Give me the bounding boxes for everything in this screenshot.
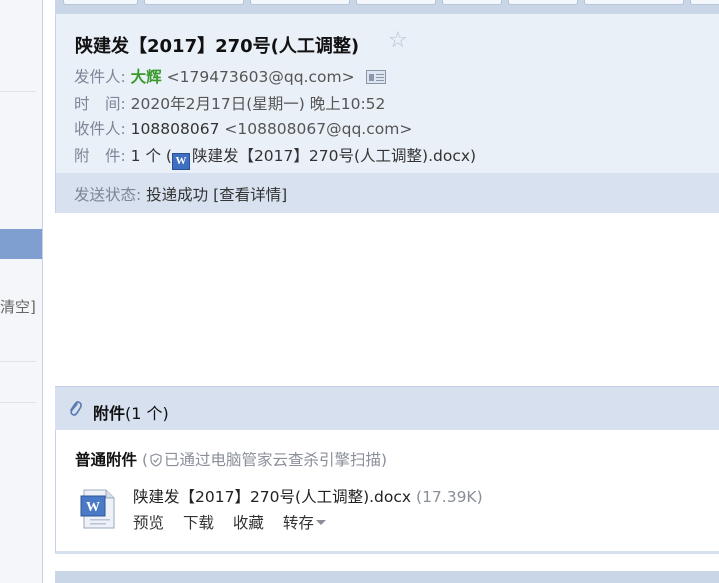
toolbar-button[interactable]: [356, 0, 436, 5]
attachment-file-size: (17.39K): [416, 488, 483, 506]
time-label: 时 间:: [74, 95, 126, 113]
sidebar-divider: [0, 91, 36, 92]
attachments-count: (1 个): [125, 404, 169, 423]
attachment-file-name[interactable]: 陕建发【2017】270号(人工调整).docx: [133, 488, 411, 506]
toolbar-button[interactable]: [442, 0, 502, 5]
svg-text:W: W: [86, 500, 100, 515]
status-value: 投递成功: [146, 186, 209, 204]
word-doc-icon[interactable]: W: [80, 488, 118, 530]
mail-toolbar: [55, 0, 719, 14]
attachment-link[interactable]: 陕建发【2017】270号(人工调整).docx: [192, 147, 470, 165]
mail-reader-window: 清空] 陕建发【2017】270号(人工调整) ☆ 发件人: 大辉 <17947…: [0, 0, 719, 583]
bottom-toolbar: [55, 571, 719, 583]
from-row: 发件人: 大辉 <179473603@qq.com>: [74, 65, 386, 87]
attachment-label: 附 件:: [74, 147, 126, 165]
sidebar-selected-item[interactable]: [0, 229, 42, 259]
sidebar: 清空]: [0, 0, 43, 583]
toolbar-button[interactable]: [250, 0, 350, 5]
sidebar-divider: [0, 402, 36, 403]
attachment-actions: 预览 下载 收藏 转存: [133, 511, 326, 533]
mail-subject: 陕建发【2017】270号(人工调整): [75, 36, 360, 57]
status-row: 发送状态: 投递成功 [查看详情]: [74, 183, 287, 205]
normal-attachments-line: 普通附件 ( 已通过电脑管家云查杀引擎扫描): [75, 448, 387, 470]
attachments-header: 附件(1 个): [55, 386, 719, 430]
chevron-down-icon: [315, 520, 326, 525]
star-icon[interactable]: ☆: [388, 30, 408, 52]
delivery-status-bar: 发送状态: 投递成功 [查看详情]: [55, 173, 719, 213]
sender-name[interactable]: 大辉: [131, 68, 162, 86]
attachment-row: 附 件: 1 个 (W 陕建发【2017】270号(人工调整).docx): [74, 144, 476, 170]
attachment-file: 陕建发【2017】270号(人工调整).docx (17.39K): [133, 485, 483, 507]
to-row: 收件人: 108808067 <108808067@qq.com>: [74, 117, 412, 139]
pane-gutter: [44, 0, 55, 583]
attachments-title: 附件(1 个): [93, 400, 169, 424]
time-row: 时 间: 2020年2月17日(星期一) 晚上10:52: [74, 92, 385, 114]
scan-note: 已通过电脑管家云查杀引擎扫描): [164, 451, 388, 469]
scan-open-paren: (: [141, 451, 149, 469]
attachments-body: 普通附件 ( 已通过电脑管家云查杀引擎扫描) W 陕建发【2017】270号(人…: [55, 430, 719, 554]
preview-link[interactable]: 预览: [133, 514, 164, 532]
save-to-dropdown[interactable]: 转存: [283, 514, 326, 532]
toolbar-button[interactable]: [508, 0, 578, 5]
shield-icon: [150, 453, 162, 467]
attachment-count: 1 个 (: [130, 147, 172, 165]
from-label: 发件人:: [74, 68, 126, 86]
view-details-link[interactable]: [查看详情]: [213, 186, 287, 204]
word-doc-icon: W: [171, 153, 190, 170]
recipient-name[interactable]: 108808067: [131, 120, 220, 138]
status-label: 发送状态:: [74, 186, 142, 204]
sender-address: <179473603@qq.com>: [166, 68, 355, 86]
sidebar-divider: [0, 361, 36, 362]
toolbar-button[interactable]: [690, 0, 719, 5]
mail-content-pane: 陕建发【2017】270号(人工调整) ☆ 发件人: 大辉 <179473603…: [44, 0, 719, 583]
normal-attachments-label: 普通附件: [75, 451, 138, 469]
download-link[interactable]: 下载: [183, 514, 214, 532]
time-value: 2020年2月17日(星期一) 晚上10:52: [130, 95, 386, 113]
favorite-link[interactable]: 收藏: [233, 514, 264, 532]
toolbar-button[interactable]: [584, 0, 684, 5]
recipient-address: <108808067@qq.com>: [224, 120, 413, 138]
save-to-label: 转存: [282, 514, 314, 532]
attachments-title-text: 附件: [93, 404, 126, 423]
toolbar-button[interactable]: [144, 0, 244, 5]
paperclip-icon: [70, 401, 82, 416]
contact-card-icon[interactable]: [365, 70, 386, 84]
sidebar-clear-link[interactable]: 清空]: [0, 296, 36, 317]
attachment-close-paren: ): [470, 147, 477, 165]
to-label: 收件人:: [74, 120, 126, 138]
toolbar-button[interactable]: [63, 0, 138, 5]
